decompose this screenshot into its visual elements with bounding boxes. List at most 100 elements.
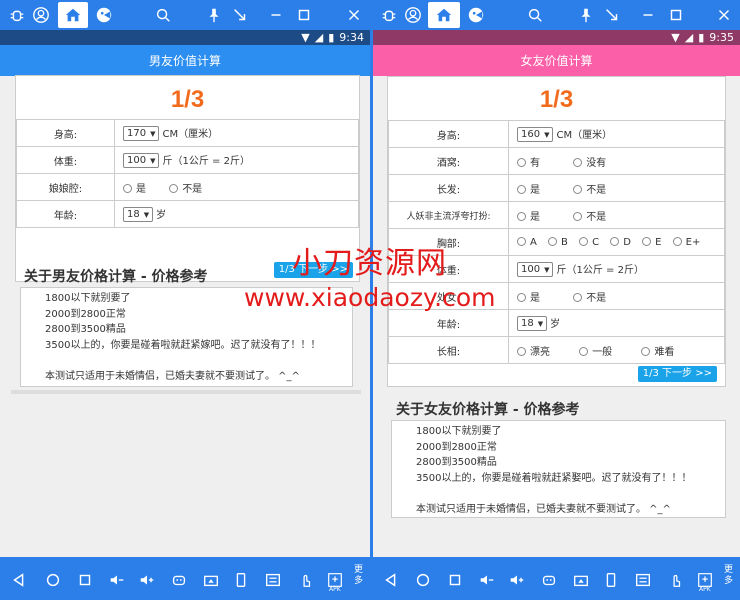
- search-icon[interactable]: [150, 2, 176, 28]
- radio-option[interactable]: D: [610, 237, 631, 248]
- step-indicator: 1/3: [170, 86, 205, 113]
- home-circle-icon[interactable]: [412, 569, 434, 591]
- apk-install-icon[interactable]: APK: [324, 569, 346, 593]
- radio-option[interactable]: A: [517, 237, 537, 248]
- transfer-icon[interactable]: [632, 569, 654, 591]
- home-icon[interactable]: [428, 2, 460, 28]
- robot-icon[interactable]: [538, 569, 560, 591]
- age-select[interactable]: 18 ▼: [123, 207, 154, 223]
- form-row: 身高: 160 ▼ CM（厘米）: [388, 120, 725, 148]
- next-step-button[interactable]: 1/3 下一步 >>: [637, 366, 717, 382]
- radio-button[interactable]: [517, 158, 526, 167]
- recents-icon[interactable]: [74, 569, 96, 591]
- pin-icon[interactable]: [574, 2, 598, 28]
- form-label: 体重:: [16, 146, 115, 174]
- transfer-icon[interactable]: [262, 569, 284, 591]
- radio-button[interactable]: [672, 237, 682, 246]
- radio-button[interactable]: [573, 185, 583, 194]
- radio-option[interactable]: 没有: [573, 154, 606, 169]
- radio-button[interactable]: [169, 184, 179, 193]
- radio-option[interactable]: C: [579, 237, 599, 248]
- radio-button[interactable]: [573, 158, 583, 167]
- wifi-icon: ▼: [301, 31, 310, 44]
- more-button[interactable]: 更多: [724, 565, 736, 587]
- form-label: 人妖非主流浮夸打扮:: [388, 201, 509, 229]
- radio-option[interactable]: 有: [517, 154, 540, 169]
- weight-select[interactable]: 100 ▼: [123, 153, 160, 169]
- radio-button[interactable]: [610, 237, 620, 246]
- form-row: 长发: 是 不是: [388, 174, 725, 202]
- radio-button[interactable]: [517, 237, 526, 246]
- back-icon[interactable]: [380, 569, 402, 591]
- clock: 9:34: [339, 31, 364, 44]
- radio-button[interactable]: [517, 212, 526, 221]
- signal-icon: ◢: [314, 31, 324, 44]
- radio-option[interactable]: 不是: [573, 181, 606, 196]
- touch-icon[interactable]: [664, 569, 686, 591]
- user-icon[interactable]: [28, 2, 54, 28]
- more-button[interactable]: 更多: [354, 565, 366, 587]
- age-select[interactable]: 18 ▼: [517, 316, 548, 332]
- radio-option[interactable]: E: [642, 237, 661, 248]
- recents-icon[interactable]: [444, 569, 466, 591]
- collapse-icon[interactable]: [228, 2, 252, 28]
- radio-option[interactable]: 一般: [579, 343, 612, 358]
- home-icon[interactable]: [58, 2, 88, 28]
- volume-down-icon[interactable]: [476, 569, 498, 591]
- radio-option[interactable]: E+: [672, 237, 700, 248]
- radio-button[interactable]: [548, 237, 558, 246]
- pin-icon[interactable]: [202, 2, 226, 28]
- radio-option[interactable]: 不是: [573, 208, 606, 223]
- game-icon[interactable]: [462, 2, 490, 28]
- radio-button[interactable]: [123, 184, 132, 193]
- minimize-icon[interactable]: [636, 2, 660, 28]
- robot-icon[interactable]: [168, 569, 190, 591]
- radio-option[interactable]: 漂亮: [517, 343, 550, 358]
- radio-option[interactable]: 不是: [169, 180, 202, 195]
- radio-button[interactable]: [517, 347, 526, 356]
- touch-icon[interactable]: [294, 569, 316, 591]
- volume-up-icon[interactable]: [506, 569, 528, 591]
- radio-option[interactable]: 是: [517, 289, 540, 304]
- radio-button[interactable]: [579, 237, 589, 246]
- radio-button[interactable]: [573, 293, 583, 302]
- emulator-top-bar: [0, 0, 740, 30]
- back-icon[interactable]: [8, 569, 30, 591]
- screenshot-icon[interactable]: [200, 569, 222, 591]
- volume-down-icon[interactable]: [106, 569, 128, 591]
- battery-icon: ▮: [328, 31, 335, 44]
- search-icon[interactable]: [522, 2, 548, 28]
- radio-button[interactable]: [573, 212, 583, 221]
- collapse-icon[interactable]: [600, 2, 624, 28]
- radio-button[interactable]: [517, 293, 526, 302]
- shake-icon[interactable]: [600, 569, 622, 591]
- maximize-icon[interactable]: [664, 2, 688, 28]
- radio-button[interactable]: [642, 237, 652, 246]
- close-icon[interactable]: [342, 2, 366, 28]
- user-icon[interactable]: [400, 2, 426, 28]
- height-select[interactable]: 170 ▼: [123, 126, 160, 142]
- radio-option[interactable]: 是: [517, 208, 540, 223]
- radio-option[interactable]: B: [548, 237, 568, 248]
- radio-option[interactable]: 是: [123, 180, 146, 195]
- page-title: 男友价值计算: [148, 54, 221, 68]
- shake-icon[interactable]: [230, 569, 252, 591]
- minimize-icon[interactable]: [264, 2, 288, 28]
- bug-icon[interactable]: [4, 2, 30, 28]
- radio-button[interactable]: [579, 347, 589, 356]
- home-circle-icon[interactable]: [42, 569, 64, 591]
- radio-option[interactable]: 难看: [641, 343, 674, 358]
- screenshot-icon[interactable]: [570, 569, 592, 591]
- radio-option[interactable]: 不是: [573, 289, 606, 304]
- volume-up-icon[interactable]: [136, 569, 158, 591]
- close-icon[interactable]: [712, 2, 736, 28]
- height-select[interactable]: 160 ▼: [517, 127, 554, 143]
- apk-install-icon[interactable]: APK: [694, 569, 716, 593]
- radio-option[interactable]: 是: [517, 181, 540, 196]
- radio-button[interactable]: [517, 185, 526, 194]
- bug-icon[interactable]: [376, 2, 402, 28]
- maximize-icon[interactable]: [292, 2, 316, 28]
- radio-button[interactable]: [641, 347, 651, 356]
- game-icon[interactable]: [90, 2, 118, 28]
- weight-select[interactable]: 100 ▼: [517, 262, 554, 278]
